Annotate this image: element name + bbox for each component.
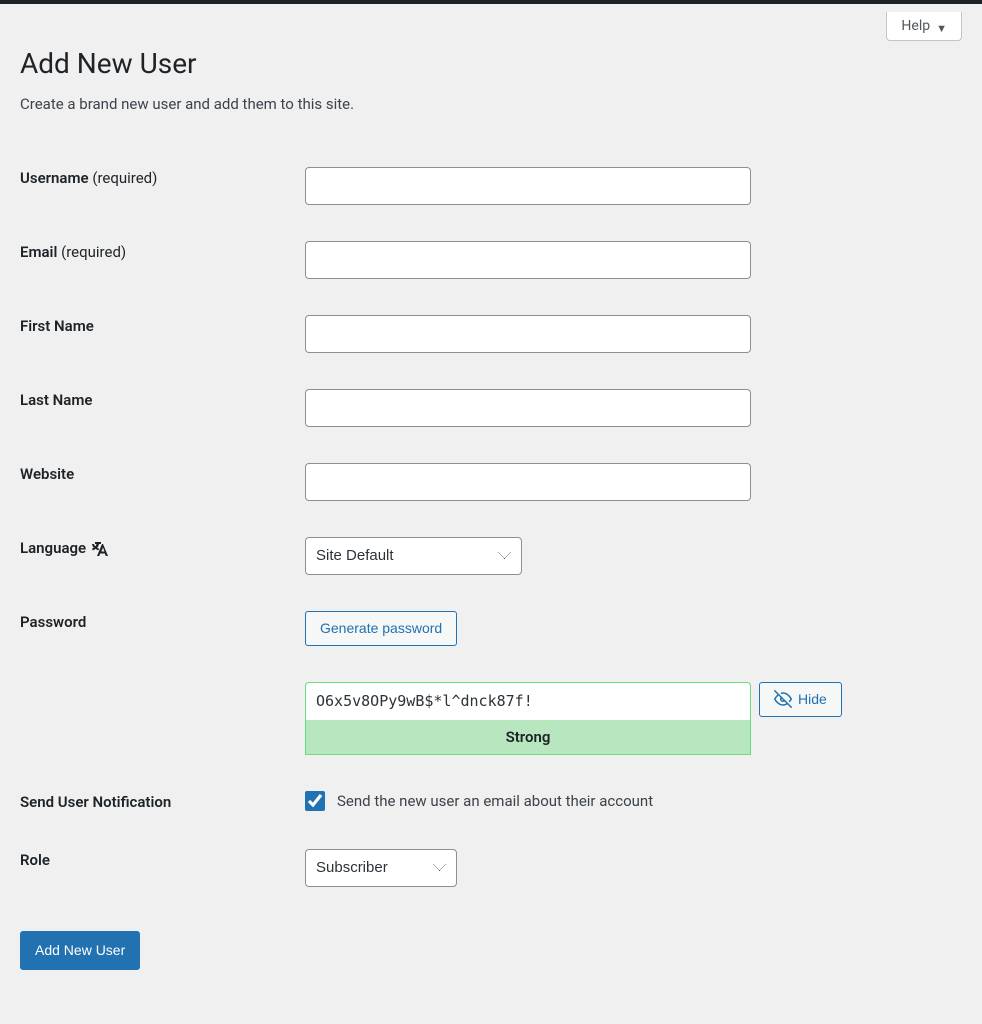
generate-password-button[interactable]: Generate password	[305, 611, 457, 646]
username-input[interactable]	[305, 167, 751, 205]
password-strength-meter: Strong	[305, 720, 751, 755]
language-select[interactable]: Site Default	[305, 537, 522, 575]
email-label: Email	[20, 243, 57, 261]
role-select[interactable]: Subscriber	[305, 849, 457, 887]
eye-slash-icon	[774, 690, 792, 708]
notification-checkbox[interactable]	[305, 791, 325, 811]
first-name-label: First Name	[20, 317, 94, 335]
add-new-user-button[interactable]: Add New User	[20, 931, 140, 970]
help-tab[interactable]: Help ▼	[886, 12, 962, 41]
last-name-label: Last Name	[20, 391, 92, 409]
last-name-input[interactable]	[305, 389, 751, 427]
chevron-down-icon: ▼	[936, 23, 947, 34]
notification-label: Send User Notification	[20, 793, 171, 811]
first-name-input[interactable]	[305, 315, 751, 353]
page-description: Create a brand new user and add them to …	[20, 95, 962, 113]
password-input[interactable]	[305, 682, 751, 720]
website-label: Website	[20, 465, 74, 483]
language-label: Language	[20, 539, 86, 557]
page-title: Add New User	[20, 47, 962, 81]
notification-text: Send the new user an email about their a…	[337, 792, 653, 810]
help-label: Help	[901, 18, 930, 34]
username-required: (required)	[92, 169, 157, 187]
hide-password-button[interactable]: Hide	[759, 682, 842, 717]
email-input[interactable]	[305, 241, 751, 279]
username-label: Username	[20, 169, 89, 187]
website-input[interactable]	[305, 463, 751, 501]
password-label: Password	[20, 613, 86, 631]
translate-icon	[92, 539, 112, 559]
hide-password-label: Hide	[798, 689, 827, 710]
email-required: (required)	[61, 243, 126, 261]
role-label: Role	[20, 851, 50, 869]
